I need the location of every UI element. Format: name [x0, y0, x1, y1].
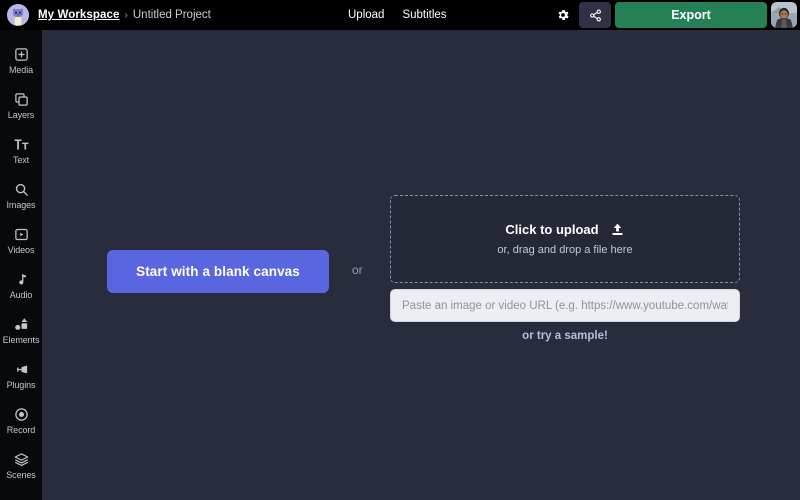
sidebar-label-record: Record — [6, 424, 36, 435]
sidebar-item-text[interactable]: Text — [0, 128, 42, 173]
nav-upload[interactable]: Upload — [348, 9, 384, 21]
breadcrumb-project[interactable]: Untitled Project — [133, 9, 211, 21]
sidebar-label-videos: Videos — [7, 244, 35, 255]
scenes-stack-icon — [13, 452, 29, 468]
top-bar-actions: Export — [550, 0, 800, 30]
breadcrumb-separator-icon: › — [124, 9, 128, 21]
sidebar-item-plugins[interactable]: Plugins — [0, 353, 42, 398]
sidebar-item-record[interactable]: Record — [0, 398, 42, 443]
start-blank-canvas-button[interactable]: Start with a blank canvas — [107, 250, 329, 293]
or-divider-label: or — [352, 263, 363, 277]
workspace-cat-avatar-icon[interactable] — [7, 4, 29, 26]
sidebar-label-images: Images — [6, 199, 36, 210]
record-circle-icon — [13, 407, 29, 423]
top-bar: My Workspace › Untitled Project Upload S… — [0, 0, 800, 30]
top-nav-links: Upload Subtitles — [348, 0, 447, 30]
sidebar-label-elements: Elements — [2, 334, 40, 345]
media-url-input[interactable] — [390, 289, 740, 322]
sidebar-label-plugins: Plugins — [6, 379, 36, 390]
dropzone-subtitle: or, drag and drop a file here — [497, 244, 633, 256]
media-add-icon — [13, 47, 29, 63]
breadcrumb-workspace[interactable]: My Workspace — [38, 9, 120, 21]
sidebar-item-media[interactable]: Media — [0, 38, 42, 83]
sidebar-label-scenes: Scenes — [6, 469, 36, 480]
app-root: My Workspace › Untitled Project Upload S… — [0, 0, 800, 500]
try-a-sample-link[interactable]: or try a sample! — [390, 330, 740, 342]
plug-icon — [13, 362, 29, 378]
dropzone-title: Click to upload — [505, 222, 599, 237]
export-button[interactable]: Export — [615, 2, 767, 28]
music-note-icon — [13, 272, 29, 288]
sidebar-label-audio: Audio — [9, 289, 33, 300]
user-avatar[interactable] — [771, 2, 797, 28]
search-images-icon — [13, 182, 29, 198]
gear-icon — [556, 8, 570, 22]
share-icon — [589, 9, 602, 22]
upload-dropzone[interactable]: Click to upload or, drag and drop a file… — [390, 195, 740, 283]
sidebar-item-audio[interactable]: Audio — [0, 263, 42, 308]
sidebar-item-layers[interactable]: Layers — [0, 83, 42, 128]
sidebar-item-elements[interactable]: Elements — [0, 308, 42, 353]
layers-copy-icon — [13, 92, 29, 108]
sidebar-item-scenes[interactable]: Scenes — [0, 443, 42, 488]
left-sidebar: Media Layers Text Images Videos Audio El… — [0, 30, 42, 500]
text-tt-icon — [13, 137, 29, 153]
sidebar-item-images[interactable]: Images — [0, 173, 42, 218]
upload-arrow-icon — [610, 222, 625, 237]
share-button[interactable] — [579, 2, 611, 28]
sidebar-label-layers: Layers — [7, 109, 35, 120]
sidebar-label-text: Text — [12, 154, 30, 165]
video-play-icon — [13, 227, 29, 243]
settings-button[interactable] — [550, 2, 576, 28]
sidebar-label-media: Media — [8, 64, 33, 75]
breadcrumb: My Workspace › Untitled Project — [38, 9, 211, 21]
main-content-area: Start with a blank canvas or Click to up… — [42, 30, 800, 500]
shapes-elements-icon — [13, 317, 29, 333]
dropzone-title-row: Click to upload — [505, 222, 624, 237]
nav-subtitles[interactable]: Subtitles — [402, 9, 446, 21]
sidebar-item-videos[interactable]: Videos — [0, 218, 42, 263]
